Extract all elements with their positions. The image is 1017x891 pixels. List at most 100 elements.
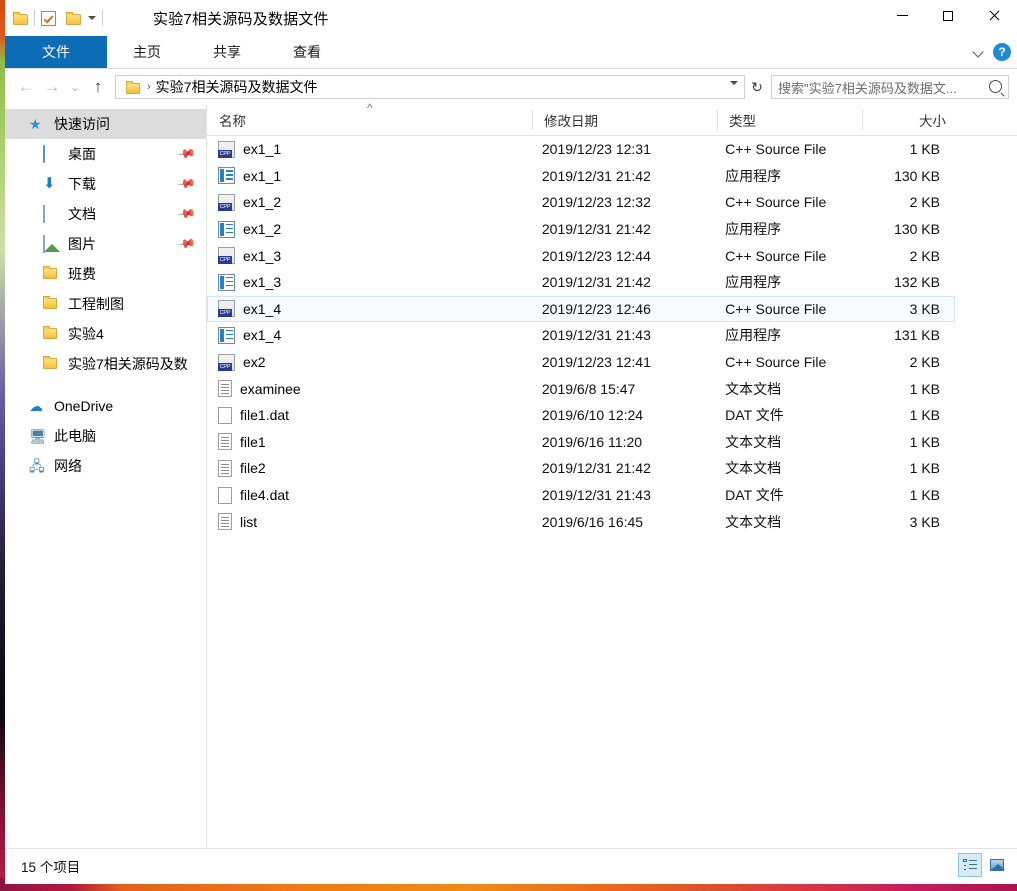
file-name-label: ex1_4 xyxy=(243,300,282,317)
table-row[interactable]: ex1_3 2019/12/31 21:42 应用程序 132 KB xyxy=(207,269,955,296)
file-size-cell: 131 KB xyxy=(894,327,940,344)
sort-ascending-icon: ^ xyxy=(367,101,373,115)
chevron-down-icon[interactable] xyxy=(730,81,738,85)
sidebar-item-label: 文档 xyxy=(68,206,96,222)
pin-icon[interactable]: 📌 xyxy=(176,174,196,194)
explorer-body: ★ 快速访问 桌面 📌 ⬇ 下载 📌 文档 📌 图片 📌 班费 工程制图 实验4… xyxy=(5,101,1017,848)
chevron-down-icon[interactable] xyxy=(88,16,96,20)
details-view-button[interactable] xyxy=(958,853,982,877)
sidebar-item-shiyan4[interactable]: 实验4 xyxy=(5,319,206,349)
table-row[interactable]: ex1_2 2019/12/31 21:42 应用程序 130 KB xyxy=(207,216,955,243)
pin-icon[interactable]: 📌 xyxy=(176,144,196,164)
maximize-button[interactable] xyxy=(925,0,971,31)
tab-file[interactable]: 文件 xyxy=(5,36,107,68)
table-row[interactable]: examinee 2019/6/8 15:47 文本文档 1 KB xyxy=(207,375,955,402)
file-name-cell: ex1_2 xyxy=(208,193,530,211)
file-size-cell: 1 KB xyxy=(909,141,940,158)
tab-home[interactable]: 主页 xyxy=(107,36,187,68)
file-name-label: ex1_2 xyxy=(243,194,282,211)
tab-view[interactable]: 查看 xyxy=(267,36,347,68)
tab-share[interactable]: 共享 xyxy=(187,36,267,68)
column-header-date[interactable]: 修改日期 xyxy=(532,105,717,135)
minimize-button[interactable] xyxy=(879,0,925,31)
table-row[interactable]: list 2019/6/16 16:45 文本文档 3 KB xyxy=(207,508,955,535)
forward-button[interactable]: → xyxy=(39,74,65,100)
table-row[interactable]: ex1_3 2019/12/23 12:44 C++ Source File 2 KB xyxy=(207,242,955,269)
sidebar-item-onedrive[interactable]: ☁ OneDrive xyxy=(5,391,206,421)
sidebar-item-label: 桌面 xyxy=(68,146,96,162)
file-type-cell: 应用程序 xyxy=(725,221,782,238)
table-row[interactable]: ex2 2019/12/23 12:41 C++ Source File 2 KB xyxy=(207,349,955,376)
file-type-cell: C++ Source File xyxy=(725,247,827,264)
up-button[interactable]: ↑ xyxy=(85,74,111,100)
breadcrumb-path[interactable]: 实验7相关源码及数据文件 xyxy=(156,77,318,97)
download-icon: ⬇ xyxy=(43,175,56,192)
sidebar-item-this-pc[interactable]: 🖥 此电脑 xyxy=(5,421,206,451)
file-name-cell: ex1_4 xyxy=(208,326,530,344)
tab-view-label: 查看 xyxy=(293,44,321,60)
file-date-cell: 2019/12/31 21:42 xyxy=(541,221,651,238)
sidebar-item-quick-access[interactable]: ★ 快速访问 xyxy=(5,109,206,139)
details-view-icon xyxy=(963,859,977,871)
folder-icon xyxy=(43,296,61,312)
chevron-down-icon[interactable] xyxy=(973,46,985,58)
folder-icon xyxy=(43,326,61,342)
sidebar-item-label: 实验4 xyxy=(68,326,104,342)
checkbox-icon[interactable] xyxy=(41,10,56,26)
table-row[interactable]: file1.dat 2019/6/10 12:24 DAT 文件 1 KB xyxy=(207,402,955,429)
new-folder-icon[interactable] xyxy=(66,11,81,25)
pin-icon[interactable]: 📌 xyxy=(176,234,196,254)
file-date-cell: 2019/12/23 12:31 xyxy=(541,141,651,158)
file-name-label: ex2 xyxy=(243,354,266,371)
search-icon[interactable] xyxy=(989,80,1002,93)
folder-icon[interactable] xyxy=(13,11,28,25)
sidebar-item-network[interactable]: 🖧 网络 xyxy=(5,451,206,481)
table-row[interactable]: ex1_4 2019/12/31 21:43 应用程序 131 KB xyxy=(207,322,955,349)
sidebar-item-banfei[interactable]: 班费 xyxy=(5,259,206,289)
breadcrumb-separator[interactable]: › xyxy=(147,81,151,93)
sidebar-item-label: OneDrive xyxy=(54,398,114,414)
file-size-cell: 1 KB xyxy=(909,487,940,504)
sidebar-item-documents[interactable]: 文档 📌 xyxy=(5,199,206,229)
cpp-file-icon xyxy=(218,140,235,158)
file-name-label: list xyxy=(240,513,258,530)
column-header-type[interactable]: 类型 xyxy=(717,105,862,135)
pin-icon[interactable]: 📌 xyxy=(176,204,196,224)
refresh-button[interactable]: ↻ xyxy=(745,75,769,99)
star-icon: ★ xyxy=(29,116,42,132)
sidebar-item-desktop[interactable]: 桌面 📌 xyxy=(5,139,206,169)
breadcrumb[interactable]: › 实验7相关源码及数据文件 xyxy=(115,75,745,99)
recent-locations-button[interactable]: ⌄ xyxy=(65,74,85,100)
table-row[interactable]: ex1_1 2019/12/23 12:31 C++ Source File 1 KB xyxy=(207,136,955,163)
file-type-cell: 文本文档 xyxy=(725,433,782,450)
file-name-cell: ex1_1 xyxy=(208,167,530,185)
sidebar-item-downloads[interactable]: ⬇ 下载 📌 xyxy=(5,169,206,199)
column-header-size[interactable]: 大小 xyxy=(862,105,960,135)
file-size-cell: 2 KB xyxy=(909,194,940,211)
search-placeholder: 搜索"实验7相关源码及数据文... xyxy=(778,80,957,96)
table-row[interactable]: ex1_1 2019/12/31 21:42 应用程序 130 KB xyxy=(207,163,955,190)
sidebar-item-label: 快速访问 xyxy=(54,116,110,132)
table-row[interactable]: file1 2019/6/16 11:20 文本文档 1 KB xyxy=(207,429,955,456)
help-icon[interactable]: ? xyxy=(993,43,1011,61)
table-row[interactable]: ex1_2 2019/12/23 12:32 C++ Source File 2 KB xyxy=(207,189,955,216)
table-row[interactable]: ex1_4 2019/12/23 12:46 C++ Source File 3 KB xyxy=(207,295,955,323)
back-button[interactable]: ← xyxy=(13,74,39,100)
sidebar-item-gongchengzhitu[interactable]: 工程制图 xyxy=(5,289,206,319)
toolbar-divider xyxy=(34,10,35,26)
item-count-label: 15 个项目 xyxy=(21,859,81,875)
table-row[interactable]: file4.dat 2019/12/31 21:43 DAT 文件 1 KB xyxy=(207,482,955,509)
column-header-name[interactable]: 名称 ^ xyxy=(207,101,532,135)
file-name-label: ex1_1 xyxy=(243,141,282,158)
ribbon-tab-bar: 文件 主页 共享 查看 ? xyxy=(5,36,1017,69)
close-button[interactable] xyxy=(971,0,1017,31)
file-size-cell: 130 KB xyxy=(894,221,940,238)
search-input[interactable]: 搜索"实验7相关源码及数据文... xyxy=(771,75,1009,99)
file-date-cell: 2019/12/23 12:44 xyxy=(541,247,651,264)
file-name-label: file4.dat xyxy=(240,487,290,504)
large-icons-view-button[interactable] xyxy=(985,853,1009,877)
sidebar-item-shiyan7[interactable]: 实验7相关源码及数 xyxy=(5,349,206,379)
file-name-cell: file4.dat xyxy=(208,486,530,504)
table-row[interactable]: file2 2019/12/31 21:42 文本文档 1 KB xyxy=(207,455,955,482)
sidebar-item-pictures[interactable]: 图片 📌 xyxy=(5,229,206,259)
